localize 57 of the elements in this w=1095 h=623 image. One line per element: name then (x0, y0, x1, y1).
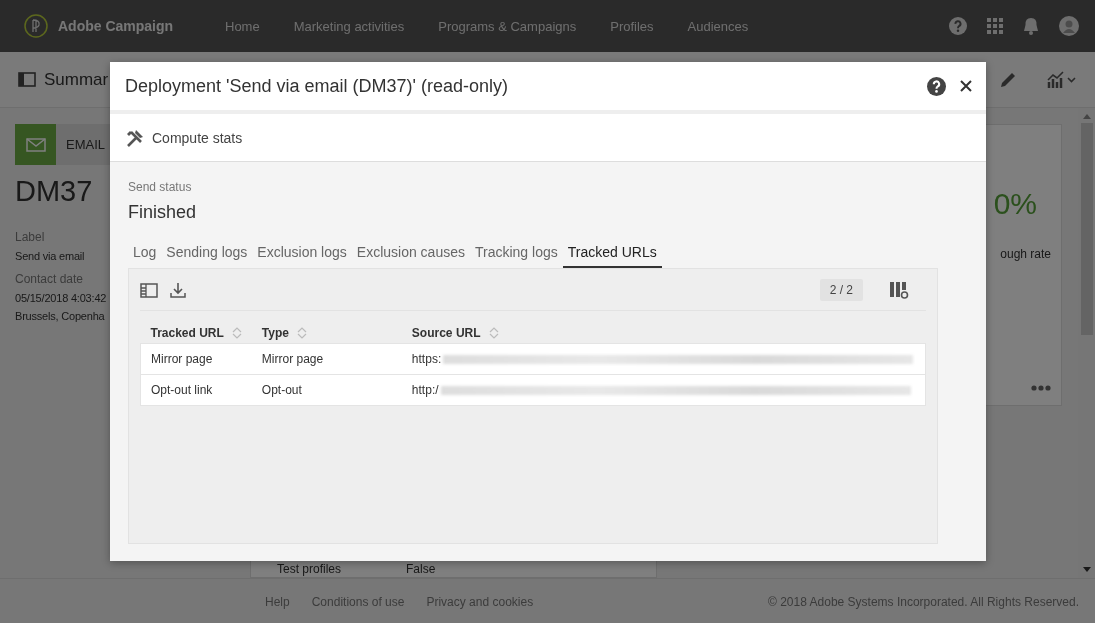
table-cell: Opt-out link (140, 374, 252, 406)
compute-stats-button[interactable]: Compute stats (125, 127, 243, 148)
table-row[interactable]: Opt-out link Opt-out http:/ (140, 374, 926, 406)
nav-link[interactable]: Programs & Campaigns (421, 18, 594, 34)
copyright-text: © 2018 Adobe Systems Incorporated. All Rights Reserved. (768, 594, 1079, 609)
dialog-title: Deployment 'Send via email (DM37)' (read-only) (125, 75, 510, 97)
help-icon[interactable] (927, 76, 946, 96)
panel-icon[interactable] (18, 72, 36, 87)
column-header[interactable]: Tracked URL (150, 326, 224, 340)
field-label: Label (15, 230, 45, 244)
field-value: 05/15/2018 4:03:42 (15, 292, 107, 304)
field-value: Brussels, Copenha (15, 310, 105, 322)
record-count: 2 / 2 (819, 279, 863, 301)
chart-icon[interactable] (1047, 70, 1077, 89)
tab[interactable]: Sending logs (161, 241, 253, 268)
table-cell: Mirror page (140, 343, 252, 375)
notification-bell-icon[interactable] (1023, 17, 1039, 35)
tools-icon (125, 127, 145, 148)
tab[interactable]: Tracking logs (470, 241, 563, 268)
column-settings-icon[interactable] (889, 281, 909, 299)
rate-caption: ough rate (1000, 247, 1051, 261)
nav-link[interactable]: Audiences (670, 18, 766, 34)
user-avatar-icon[interactable] (1059, 16, 1079, 36)
tab[interactable]: Exclusion causes (351, 241, 470, 268)
scroll-up-icon[interactable] (1082, 114, 1091, 119)
channel-label: EMAIL (66, 137, 105, 152)
column-header[interactable]: Source URL (411, 326, 481, 340)
scroll-down-icon[interactable] (1082, 567, 1091, 572)
more-icon[interactable] (1031, 385, 1051, 391)
envelope-icon (25, 137, 46, 152)
pencil-icon[interactable] (999, 70, 1017, 89)
nav-link[interactable]: Marketing activities (276, 18, 422, 34)
page-title: Summar (44, 69, 109, 90)
property-label: Test profiles (277, 561, 342, 577)
delivery-code: DM37 (15, 175, 93, 208)
tab[interactable]: Exclusion logs (252, 241, 352, 268)
rate-value: 0% (993, 187, 1037, 221)
status-value: Finished (128, 202, 198, 223)
field-value: Send via email (15, 250, 85, 262)
apps-grid-icon[interactable] (987, 18, 1003, 34)
download-icon[interactable] (170, 282, 186, 298)
nav-link[interactable]: Home (208, 18, 277, 34)
panel-icon[interactable] (140, 282, 158, 298)
table-cell: Mirror page (251, 343, 402, 375)
status-label: Send status (128, 180, 193, 194)
close-icon[interactable] (960, 80, 972, 92)
url-text: http:/ (411, 383, 439, 397)
tab[interactable]: Log (128, 241, 162, 268)
field-label: Contact date (15, 272, 84, 286)
property-value: False (406, 561, 436, 577)
nav-link[interactable]: Profiles (593, 18, 671, 34)
table-cell: Opt-out (251, 374, 402, 406)
table-row[interactable]: Mirror page Mirror page https: (140, 343, 926, 375)
logo-icon (24, 14, 48, 38)
column-header[interactable]: Type (261, 326, 289, 340)
brand-name[interactable]: Adobe Campaign (58, 18, 174, 34)
url-text: https: (411, 352, 442, 366)
